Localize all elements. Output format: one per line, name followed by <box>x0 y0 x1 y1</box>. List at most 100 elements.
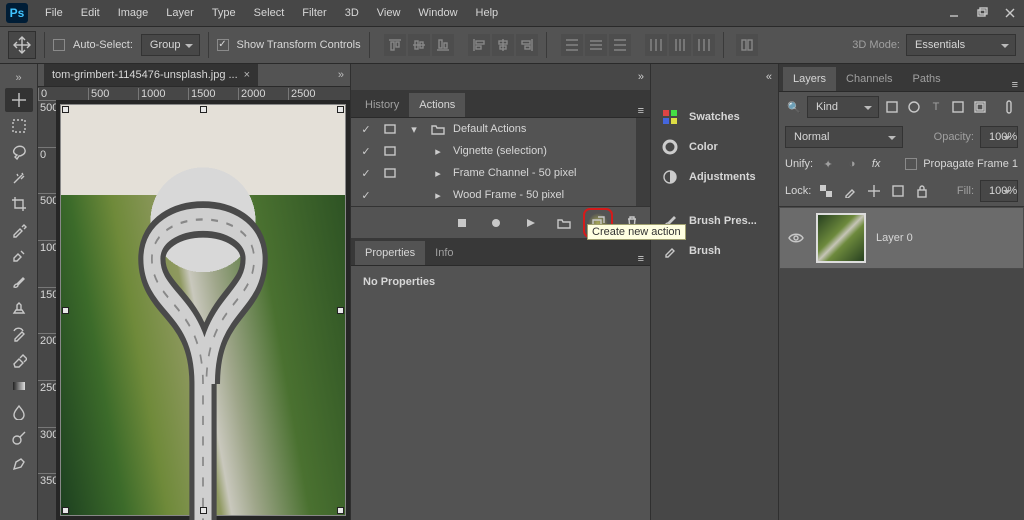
filter-adjust-icon[interactable] <box>905 98 923 116</box>
disclosure-down-icon[interactable]: ▾ <box>405 123 423 136</box>
stop-icon[interactable] <box>452 213 472 233</box>
healing-brush-tool[interactable] <box>5 244 33 268</box>
panel-brush[interactable]: Brush <box>651 236 778 266</box>
menu-type[interactable]: Type <box>203 0 245 26</box>
lock-image-icon[interactable] <box>841 182 859 200</box>
tab-actions[interactable]: Actions <box>409 93 465 117</box>
brush-tool[interactable] <box>5 270 33 294</box>
tab-layers[interactable]: Layers <box>783 67 836 91</box>
align-left-icon[interactable] <box>468 34 490 56</box>
transform-handle[interactable] <box>337 507 344 514</box>
lock-all-icon[interactable] <box>913 182 931 200</box>
toggle-dialog-icon[interactable] <box>381 146 399 156</box>
align-hcenter-icon[interactable] <box>492 34 514 56</box>
play-icon[interactable] <box>520 213 540 233</box>
history-brush-tool[interactable] <box>5 322 33 346</box>
gradient-tool[interactable] <box>5 374 33 398</box>
magic-wand-tool[interactable] <box>5 166 33 190</box>
transform-handle[interactable] <box>337 307 344 314</box>
tab-paths[interactable]: Paths <box>903 67 951 91</box>
filter-pixel-icon[interactable] <box>883 98 901 116</box>
blur-tool[interactable] <box>5 400 33 424</box>
tab-properties[interactable]: Properties <box>355 241 425 265</box>
panel-menu-icon[interactable]: ≡ <box>638 253 644 265</box>
tab-channels[interactable]: Channels <box>836 67 902 91</box>
action-set-row[interactable]: ✓ ▾ Default Actions <box>351 118 636 140</box>
lock-artboard-icon[interactable] <box>889 182 907 200</box>
toggle-check-icon[interactable]: ✓ <box>357 189 375 202</box>
distribute-bottom-icon[interactable] <box>609 34 631 56</box>
lasso-tool[interactable] <box>5 140 33 164</box>
filter-shape-icon[interactable] <box>949 98 967 116</box>
marquee-tool[interactable] <box>5 114 33 138</box>
filter-type-icon[interactable]: T <box>927 98 945 116</box>
transform-handle[interactable] <box>62 307 69 314</box>
menu-edit[interactable]: Edit <box>72 0 109 26</box>
filter-smart-icon[interactable] <box>971 98 989 116</box>
panel-collapse-icon[interactable]: « <box>651 64 778 90</box>
window-restore[interactable] <box>968 0 996 26</box>
window-close[interactable] <box>996 0 1024 26</box>
dodge-tool[interactable] <box>5 426 33 450</box>
toolbar-collapse-icon[interactable]: » <box>15 70 21 86</box>
distribute-vcenter-icon[interactable] <box>585 34 607 56</box>
disclosure-right-icon[interactable]: ▸ <box>429 145 447 158</box>
action-row[interactable]: ✓ ▸ Wood Frame - 50 pixel <box>351 184 636 206</box>
window-minimize[interactable] <box>940 0 968 26</box>
filter-search-icon[interactable]: 🔍 <box>785 98 803 116</box>
record-icon[interactable] <box>486 213 506 233</box>
menu-layer[interactable]: Layer <box>157 0 203 26</box>
layer-row[interactable]: Layer 0 <box>779 207 1024 269</box>
pen-tool[interactable] <box>5 452 33 476</box>
distribute-right-icon[interactable] <box>693 34 715 56</box>
action-row[interactable]: ✓ ▸ Frame Channel - 50 pixel <box>351 162 636 184</box>
panel-swatches[interactable]: Swatches <box>651 102 778 132</box>
disclosure-right-icon[interactable]: ▸ <box>429 189 447 202</box>
panel-menu-icon[interactable]: ≡ <box>1012 79 1018 91</box>
document-expand-icon[interactable]: » <box>338 69 344 81</box>
layer-name[interactable]: Layer 0 <box>876 232 913 244</box>
panel-adjustments[interactable]: Adjustments <box>651 162 778 192</box>
fill-input[interactable]: 100% <box>980 180 1018 202</box>
panel-color[interactable]: Color <box>651 132 778 162</box>
canvas[interactable] <box>56 100 350 520</box>
filter-toggle-icon[interactable] <box>1000 98 1018 116</box>
current-tool-icon[interactable] <box>8 31 36 59</box>
align-right-icon[interactable] <box>516 34 538 56</box>
show-transform-checkbox[interactable] <box>217 39 229 51</box>
document-tab[interactable]: tom-grimbert-1145476-unsplash.jpg ... × <box>44 64 258 86</box>
align-top-icon[interactable] <box>384 34 406 56</box>
panel-menu-icon[interactable]: ≡ <box>638 105 644 117</box>
tab-history[interactable]: History <box>355 93 409 117</box>
toggle-check-icon[interactable]: ✓ <box>357 167 375 180</box>
transform-handle[interactable] <box>62 106 69 113</box>
toggle-check-icon[interactable]: ✓ <box>357 145 375 158</box>
transform-handle[interactable] <box>337 106 344 113</box>
distribute-top-icon[interactable] <box>561 34 583 56</box>
close-tab-icon[interactable]: × <box>244 69 250 81</box>
propagate-frame-checkbox[interactable] <box>905 158 917 170</box>
lock-transparent-icon[interactable] <box>817 182 835 200</box>
menu-filter[interactable]: Filter <box>293 0 335 26</box>
toggle-dialog-icon[interactable] <box>381 168 399 178</box>
blend-mode-dropdown[interactable]: Normal <box>785 126 903 148</box>
unify-visibility-icon[interactable]: ◑ <box>843 155 861 173</box>
unify-position-icon[interactable]: ✦ <box>819 155 837 173</box>
layer-kind-dropdown[interactable]: Kind <box>807 96 879 118</box>
menu-image[interactable]: Image <box>109 0 158 26</box>
transform-handle[interactable] <box>62 507 69 514</box>
disclosure-right-icon[interactable]: ▸ <box>429 167 447 180</box>
menu-file[interactable]: File <box>36 0 72 26</box>
distribute-hcenter-icon[interactable] <box>669 34 691 56</box>
transform-handle[interactable] <box>200 106 207 113</box>
lock-position-icon[interactable] <box>865 182 883 200</box>
action-row[interactable]: ✓ ▸ Vignette (selection) <box>351 140 636 162</box>
opacity-input[interactable]: 100% <box>980 126 1018 148</box>
visibility-icon[interactable] <box>788 232 806 244</box>
eraser-tool[interactable] <box>5 348 33 372</box>
menu-window[interactable]: Window <box>409 0 466 26</box>
toggle-check-icon[interactable]: ✓ <box>357 123 375 136</box>
menu-view[interactable]: View <box>368 0 410 26</box>
menu-3d[interactable]: 3D <box>336 0 368 26</box>
tab-info[interactable]: Info <box>425 241 463 265</box>
